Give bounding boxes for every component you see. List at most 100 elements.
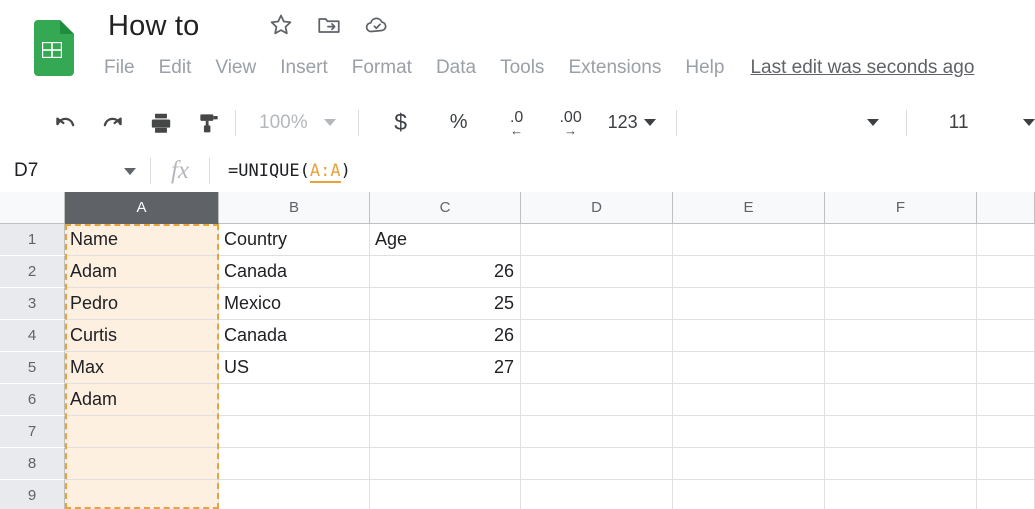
font-size-chevron[interactable] [1012,105,1035,141]
menu-item-view[interactable]: View [203,55,268,81]
cell-c1[interactable]: Age [370,224,521,256]
cell-c5[interactable]: 27 [370,352,521,384]
cell-e4[interactable] [673,320,825,352]
menu-item-insert[interactable]: Insert [268,55,340,81]
cell-c7[interactable] [370,416,521,448]
row-header-5[interactable]: 5 [0,352,65,384]
cell-b4[interactable]: Canada [219,320,370,352]
cell-e5[interactable] [673,352,825,384]
cell-e9[interactable] [673,480,825,509]
cell-c8[interactable] [370,448,521,480]
cell-g9[interactable] [977,480,1035,509]
cloud-saved-icon[interactable] [364,12,390,38]
increase-decimal-button[interactable]: .00 → [554,105,588,141]
cell-d8[interactable] [521,448,673,480]
cell-d6[interactable] [521,384,673,416]
redo-icon[interactable] [96,105,130,141]
cell-g8[interactable] [977,448,1035,480]
cell-f9[interactable] [825,480,977,509]
more-formats-button[interactable]: 123 [608,105,656,141]
cell-a5[interactable]: Max [65,352,219,384]
cell-g1[interactable] [977,224,1035,256]
last-edit-status[interactable]: Last edit was seconds ago [750,57,974,79]
cell-f7[interactable] [825,416,977,448]
font-size-input[interactable]: 11 [942,105,976,141]
currency-format-button[interactable]: $ [384,105,418,141]
cell-a6[interactable]: Adam [65,384,219,416]
cell-b3[interactable]: Mexico [219,288,370,320]
cell-f3[interactable] [825,288,977,320]
cell-b8[interactable] [219,448,370,480]
row-header-6[interactable]: 6 [0,384,65,416]
row-header-9[interactable]: 9 [0,480,65,509]
cell-e7[interactable] [673,416,825,448]
cell-g6[interactable] [977,384,1035,416]
undo-icon[interactable] [48,105,82,141]
cell-e1[interactable] [673,224,825,256]
cell-c6[interactable] [370,384,521,416]
document-title[interactable]: How to [108,10,199,43]
cell-d4[interactable] [521,320,673,352]
menu-item-edit[interactable]: Edit [147,55,204,81]
menu-item-format[interactable]: Format [340,55,424,81]
cell-e6[interactable] [673,384,825,416]
select-all-corner[interactable] [0,192,65,224]
menu-item-tools[interactable]: Tools [488,55,556,81]
column-header-g-partial[interactable] [977,192,1035,224]
cell-a3[interactable]: Pedro [65,288,219,320]
row-header-8[interactable]: 8 [0,448,65,480]
column-header-b[interactable]: B [219,192,370,224]
print-icon[interactable] [144,105,178,141]
row-header-4[interactable]: 4 [0,320,65,352]
formula-input[interactable]: =UNIQUE(A:A) [210,161,1035,183]
column-header-f[interactable]: F [825,192,977,224]
cell-e3[interactable] [673,288,825,320]
cell-f6[interactable] [825,384,977,416]
cell-d9[interactable] [521,480,673,509]
cell-c3[interactable]: 25 [370,288,521,320]
cell-b6[interactable] [219,384,370,416]
decrease-decimal-button[interactable]: .0 ← [500,105,534,141]
cell-a8[interactable] [65,448,219,480]
paint-format-icon[interactable] [192,105,226,141]
cell-a4[interactable]: Curtis [65,320,219,352]
cell-c2[interactable]: 26 [370,256,521,288]
cell-g5[interactable] [977,352,1035,384]
row-header-7[interactable]: 7 [0,416,65,448]
column-header-c[interactable]: C [370,192,521,224]
cell-e2[interactable] [673,256,825,288]
column-header-a[interactable]: A [65,192,219,224]
cell-b7[interactable] [219,416,370,448]
cell-f4[interactable] [825,320,977,352]
cell-a2[interactable]: Adam [65,256,219,288]
cell-d1[interactable] [521,224,673,256]
column-header-e[interactable]: E [673,192,825,224]
font-family-chevron[interactable] [856,105,890,141]
cell-d5[interactable] [521,352,673,384]
cell-c4[interactable]: 26 [370,320,521,352]
cell-d7[interactable] [521,416,673,448]
cell-f1[interactable] [825,224,977,256]
menu-item-extensions[interactable]: Extensions [556,55,673,81]
cell-b9[interactable] [219,480,370,509]
menu-item-data[interactable]: Data [424,55,488,81]
cell-a7[interactable] [65,416,219,448]
cell-g2[interactable] [977,256,1035,288]
cell-b5[interactable]: US [219,352,370,384]
cell-g4[interactable] [977,320,1035,352]
cell-e8[interactable] [673,448,825,480]
cell-a9[interactable] [65,480,219,509]
row-header-2[interactable]: 2 [0,256,65,288]
chevron-down-icon[interactable] [124,167,136,175]
cell-d3[interactable] [521,288,673,320]
percent-format-button[interactable]: % [442,105,476,141]
cell-a1[interactable]: Name [65,224,219,256]
cell-c9[interactable] [370,480,521,509]
fx-icon[interactable]: fx [151,157,209,185]
zoom-selector[interactable]: 100% [259,112,336,134]
row-header-1[interactable]: 1 [0,224,65,256]
cell-b1[interactable]: Country [219,224,370,256]
cell-b2[interactable]: Canada [219,256,370,288]
cell-f8[interactable] [825,448,977,480]
cell-f2[interactable] [825,256,977,288]
